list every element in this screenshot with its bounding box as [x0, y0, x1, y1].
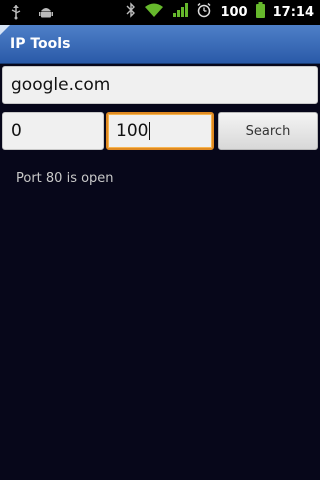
wifi-icon	[144, 2, 164, 22]
port-start-value: 0	[11, 121, 22, 141]
clock: 17:14	[272, 4, 314, 20]
android-debug-icon	[38, 4, 54, 24]
battery-icon	[255, 2, 265, 22]
search-button[interactable]: Search	[218, 112, 318, 150]
scan-result-text: Port 80 is open	[16, 171, 114, 186]
title-corner-decoration	[0, 25, 10, 35]
host-input[interactable]: google.com	[2, 66, 318, 104]
bluetooth-icon	[126, 2, 136, 22]
host-input-value: google.com	[11, 75, 111, 95]
app-title-bar: IP Tools	[0, 25, 320, 64]
port-end-value: 100	[116, 121, 149, 141]
battery-level-text: 100	[220, 4, 248, 20]
signal-icon	[172, 2, 189, 22]
text-cursor	[149, 122, 151, 140]
port-start-input[interactable]: 0	[2, 112, 104, 150]
search-button-label: Search	[245, 123, 291, 139]
alarm-icon	[196, 2, 212, 22]
usb-icon	[10, 4, 22, 24]
app-title: IP Tools	[10, 36, 71, 52]
status-bar: 100 17:14	[0, 0, 320, 25]
port-end-input[interactable]: 100	[106, 112, 214, 150]
